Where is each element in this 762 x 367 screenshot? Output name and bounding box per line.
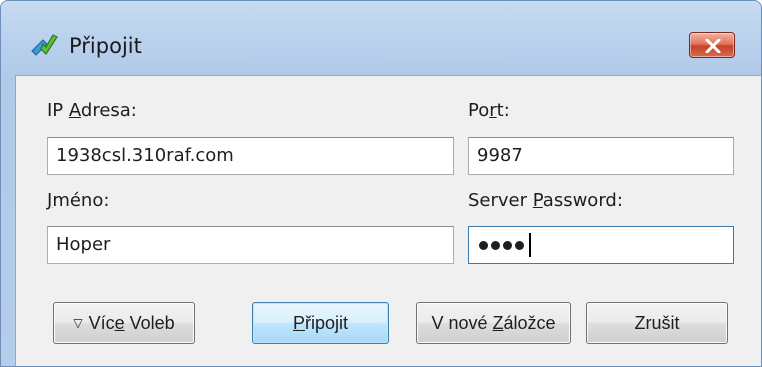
close-button[interactable] bbox=[689, 32, 735, 58]
port-input[interactable]: 9987 bbox=[468, 137, 734, 175]
server-password-label: Server Password: bbox=[468, 190, 623, 211]
text-caret bbox=[529, 233, 531, 257]
more-options-button[interactable]: ▽ Více Voleb bbox=[53, 302, 195, 344]
password-dot bbox=[491, 240, 500, 250]
connect-button[interactable]: Připojit bbox=[252, 302, 389, 344]
window-title: Připojit bbox=[69, 34, 142, 58]
password-dot bbox=[479, 240, 488, 250]
server-password-input[interactable] bbox=[468, 226, 734, 264]
dialog-body: IP Adresa: 1938csl.310raf.com Port: 9987… bbox=[15, 75, 761, 366]
connect-check-icon bbox=[29, 29, 59, 59]
password-mask bbox=[479, 227, 531, 263]
title-bar[interactable]: Připojit bbox=[1, 1, 761, 75]
password-dot bbox=[503, 240, 512, 250]
triangle-down-icon: ▽ bbox=[73, 316, 83, 330]
name-input[interactable]: Hoper bbox=[47, 226, 454, 264]
password-dot bbox=[515, 240, 524, 250]
ip-address-input[interactable]: 1938csl.310raf.com bbox=[47, 137, 454, 175]
close-icon bbox=[705, 39, 721, 53]
cancel-button[interactable]: Zrušit bbox=[586, 302, 728, 344]
open-in-new-tab-button[interactable]: V nové Záložce bbox=[416, 302, 571, 344]
name-label: Jméno: bbox=[47, 190, 110, 211]
port-label: Port: bbox=[468, 100, 510, 121]
connect-dialog: Připojit IP Adresa: 1938csl.310raf.com P… bbox=[0, 0, 762, 367]
ip-address-label: IP Adresa: bbox=[47, 100, 137, 121]
